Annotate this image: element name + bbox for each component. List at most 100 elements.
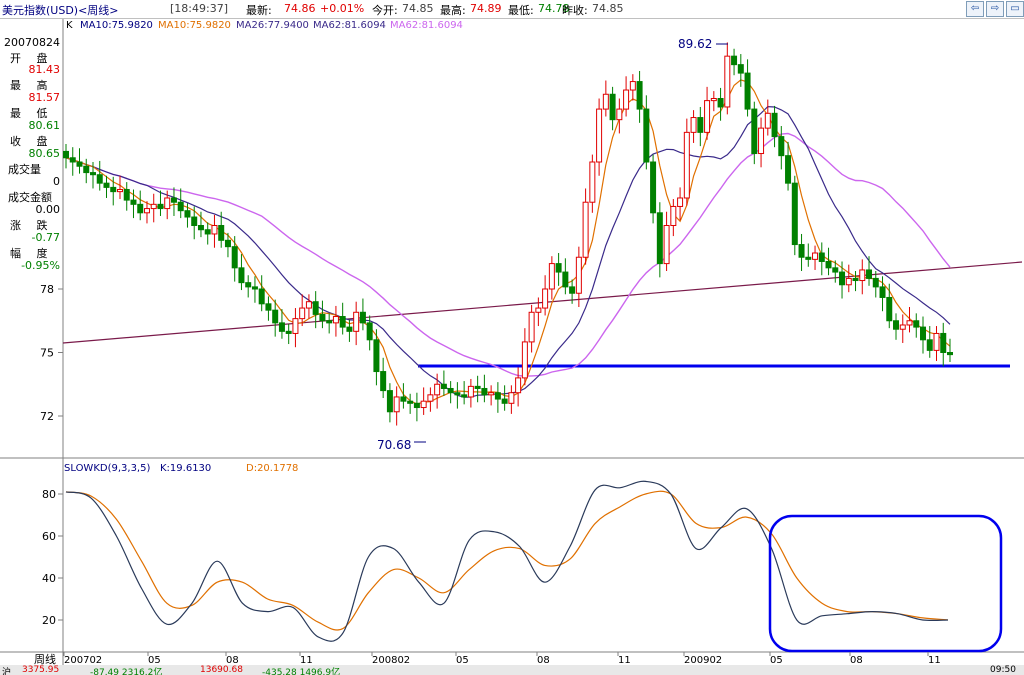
ma26-line	[65, 105, 951, 398]
candle-up	[933, 332, 940, 351]
kd-lines	[65, 480, 949, 642]
candle-down	[785, 155, 792, 184]
kd-axis: 20 40 60 80	[42, 488, 63, 627]
candle-down	[312, 301, 319, 315]
candle-up	[845, 277, 852, 286]
candle-up	[467, 385, 474, 398]
price-tick-label: 78	[40, 283, 54, 296]
candle-down	[110, 186, 117, 193]
candle-down	[697, 117, 704, 133]
candle-up	[677, 197, 684, 207]
candle-down	[886, 296, 893, 322]
candle-up	[143, 208, 150, 214]
candle-up	[704, 100, 711, 133]
candle-down	[157, 203, 164, 210]
candle-down	[373, 339, 380, 373]
chart-canvas[interactable]: 72 75 78 20 40 60 80 89.62 70.68 SLOWKD(9,3,3…	[0, 0, 1024, 675]
candle-down	[238, 267, 245, 284]
candle-down	[89, 172, 96, 176]
candle-down	[481, 387, 488, 396]
candle-down	[778, 136, 785, 157]
candle-up	[899, 324, 906, 330]
kd-tick-label: 80	[42, 488, 56, 501]
candle-down	[258, 288, 265, 305]
candle-down	[555, 263, 562, 273]
candle-up	[420, 400, 427, 409]
candle-down	[926, 339, 933, 351]
low-annotation: 70.68	[377, 438, 411, 452]
candle-down	[366, 322, 373, 341]
price-tick-label: 72	[40, 410, 54, 423]
ticker-a: 沪	[2, 668, 12, 675]
candle-down	[69, 157, 76, 163]
ma10-line	[65, 79, 951, 405]
candle-down	[447, 387, 454, 394]
candle-up	[299, 307, 306, 320]
candle-down	[798, 244, 805, 258]
candle-up	[211, 225, 218, 235]
candle-up	[548, 263, 555, 290]
candle-down	[825, 260, 832, 269]
candle-up	[596, 108, 603, 163]
candle-up	[906, 320, 913, 326]
candle-up	[353, 311, 360, 332]
candle-up	[292, 318, 299, 334]
candle-down	[170, 197, 177, 203]
candle-up	[393, 396, 400, 413]
candle-up	[528, 311, 535, 343]
price-tick-label: 75	[40, 347, 54, 360]
candle-down	[245, 282, 252, 288]
candle-down	[265, 303, 272, 311]
candle-down	[204, 229, 211, 235]
kd-tick-label: 40	[42, 572, 56, 585]
candle-up	[434, 383, 441, 396]
candle-down	[791, 182, 798, 246]
highlight-box	[768, 514, 1003, 653]
candle-up	[710, 98, 717, 102]
candle-up	[670, 205, 677, 226]
candle-up	[616, 108, 623, 121]
candle-down	[569, 286, 576, 294]
candle-up	[663, 225, 670, 265]
candle-down	[278, 322, 285, 332]
candle-down	[501, 398, 508, 404]
candle-down	[440, 383, 447, 389]
candle-up	[589, 161, 596, 203]
candle-down	[191, 216, 198, 227]
candle-up	[683, 131, 690, 199]
candle-down	[218, 225, 225, 241]
candle-up	[859, 269, 866, 282]
ticker-b: 3375.95	[22, 665, 60, 675]
candle-down	[339, 316, 346, 328]
candle-down	[940, 332, 947, 354]
candle-down	[839, 271, 846, 286]
ticker-time: 09:50	[990, 665, 1016, 675]
market-ticker: 沪 3375.95 -87.49 2316.2亿 13690.68 -435.2…	[0, 665, 1024, 675]
candle-up	[332, 316, 339, 324]
kd-indicator-name: SLOWKD(9,3,3,5)	[64, 463, 150, 474]
candle-down	[326, 320, 333, 324]
candle-down	[656, 212, 663, 265]
candle-down	[852, 277, 859, 282]
ma26-polyline	[65, 105, 951, 398]
period-label: 周线	[34, 652, 56, 666]
candle-down	[474, 385, 481, 389]
candle-up	[724, 55, 731, 108]
candle-down	[231, 246, 238, 269]
candle-down	[319, 313, 326, 322]
candle-down	[413, 402, 420, 409]
candle-up	[690, 117, 697, 133]
candle-up	[602, 93, 609, 110]
date-axis: 200702 05 08 11 200802 05 08 11 200902 05 08 11	[63, 652, 941, 666]
high-annotation: 89.62	[678, 37, 712, 51]
candle-down	[137, 203, 144, 214]
candle-down	[63, 150, 69, 159]
kd-k-line	[65, 480, 949, 642]
candle-down	[744, 72, 751, 110]
candle-up	[629, 81, 636, 91]
candle-down	[130, 199, 137, 205]
ma10-polyline	[65, 79, 951, 405]
candle-up	[812, 252, 819, 260]
candle-down	[123, 189, 130, 201]
candle-up	[535, 307, 542, 313]
